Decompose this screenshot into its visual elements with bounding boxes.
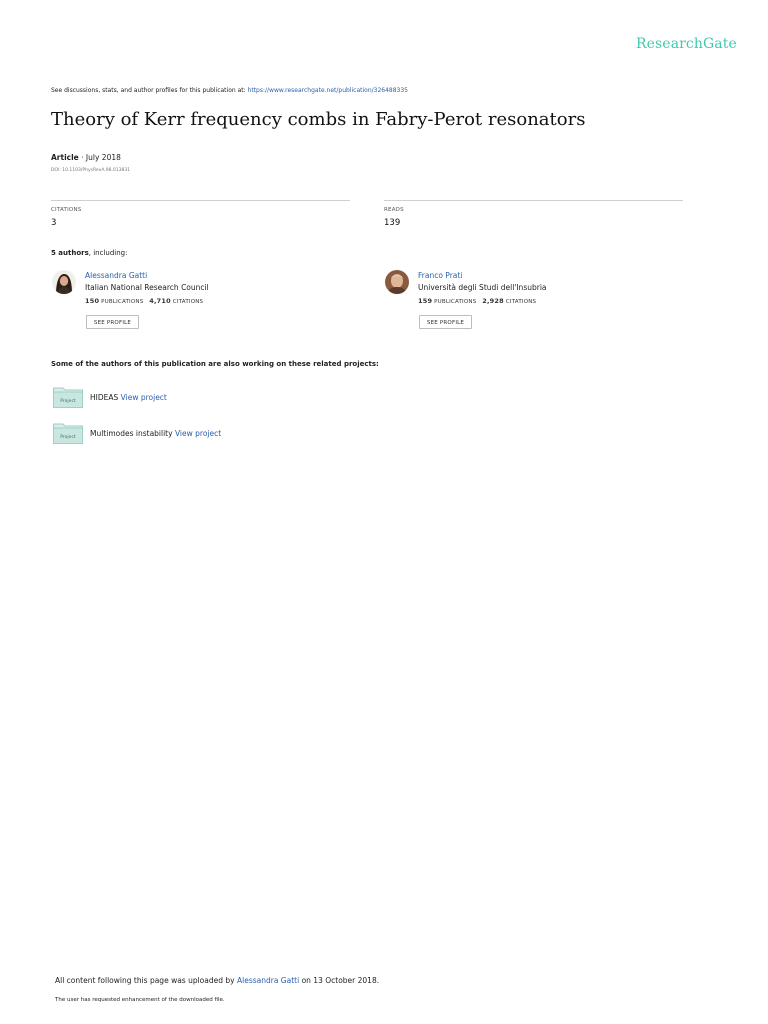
meta-separator: · bbox=[78, 153, 86, 162]
avatar-photo-icon bbox=[385, 270, 409, 294]
citations-divider bbox=[51, 200, 350, 201]
uploader-link[interactable]: Alessandra Gatti bbox=[237, 976, 299, 985]
article-type: Article bbox=[51, 153, 79, 162]
author-1-publications-label: PUBLICATIONS bbox=[101, 299, 144, 305]
project-2-name: Multimodes instability bbox=[90, 429, 173, 438]
citations-value: 3 bbox=[51, 218, 57, 228]
author-1-citations: 4,710 bbox=[149, 297, 171, 305]
disclaimer-line: See discussions, stats, and author profi… bbox=[51, 87, 408, 94]
see-profile-button-author-1[interactable]: SEE PROFILE bbox=[86, 315, 139, 329]
see-profile-button-author-2[interactable]: SEE PROFILE bbox=[419, 315, 472, 329]
project-2: Multimodes instability View project bbox=[90, 429, 221, 438]
project-1-name: HIDEAS bbox=[90, 393, 119, 402]
author-1-stats: 150 PUBLICATIONS 4,710 CITATIONS bbox=[85, 297, 203, 305]
author-2-publications-label: PUBLICATIONS bbox=[434, 299, 477, 305]
upload-info: All content following this page was uplo… bbox=[55, 976, 379, 985]
article-doi: DOI: 10.1103/PhysRevA.98.013831 bbox=[51, 168, 131, 173]
author-1-citations-label: CITATIONS bbox=[172, 299, 204, 305]
project-folder-icon: Project bbox=[53, 422, 83, 444]
article-meta: Article · July 2018 bbox=[51, 153, 121, 162]
project-folder-icon: Project bbox=[53, 386, 83, 408]
researchgate-logo[interactable]: ResearchGate bbox=[636, 36, 737, 52]
author-2-name[interactable]: Franco Prati bbox=[418, 271, 462, 280]
author-1-name[interactable]: Alessandra Gatti bbox=[85, 271, 147, 280]
author-1-publications: 150 bbox=[85, 297, 100, 305]
publication-url-link[interactable]: https://www.researchgate.net/publication… bbox=[248, 87, 408, 94]
author-2-publications: 159 bbox=[418, 297, 433, 305]
view-project-link-1[interactable]: View project bbox=[121, 393, 167, 402]
author-2-stats: 159 PUBLICATIONS 2,928 CITATIONS bbox=[418, 297, 536, 305]
avatar-author-1[interactable] bbox=[52, 270, 76, 294]
enhancement-note: The user has requested enhancement of th… bbox=[55, 997, 225, 1003]
author-1-institution: Italian National Research Council bbox=[85, 283, 209, 292]
upload-prefix: All content following this page was uplo… bbox=[55, 976, 237, 985]
related-projects-heading: Some of the authors of this publication … bbox=[51, 360, 379, 368]
authors-suffix: , including: bbox=[88, 249, 128, 257]
page-title: Theory of Kerr frequency combs in Fabry-… bbox=[51, 109, 586, 130]
reads-value: 139 bbox=[384, 218, 401, 228]
disclaimer-text: See discussions, stats, and author profi… bbox=[51, 87, 248, 94]
authors-count: 5 authors bbox=[51, 249, 89, 257]
view-project-link-2[interactable]: View project bbox=[175, 429, 221, 438]
project-1: HIDEAS View project bbox=[90, 393, 167, 402]
author-2-citations: 2,928 bbox=[482, 297, 504, 305]
article-date: July 2018 bbox=[85, 153, 121, 162]
author-2-citations-label: CITATIONS bbox=[505, 299, 537, 305]
project-folder-label: Project bbox=[60, 398, 76, 404]
reads-label: READS bbox=[384, 207, 404, 213]
upload-suffix: on 13 October 2018. bbox=[299, 976, 380, 985]
avatar-photo-icon bbox=[52, 270, 76, 294]
authors-heading: 5 authors, including: bbox=[51, 249, 127, 257]
citations-label: CITATIONS bbox=[51, 207, 82, 213]
project-folder-label: Project bbox=[60, 434, 76, 440]
author-2-institution: Università degli Studi dell'Insubria bbox=[418, 283, 547, 292]
reads-divider bbox=[384, 200, 683, 201]
avatar-author-2[interactable] bbox=[385, 270, 409, 294]
